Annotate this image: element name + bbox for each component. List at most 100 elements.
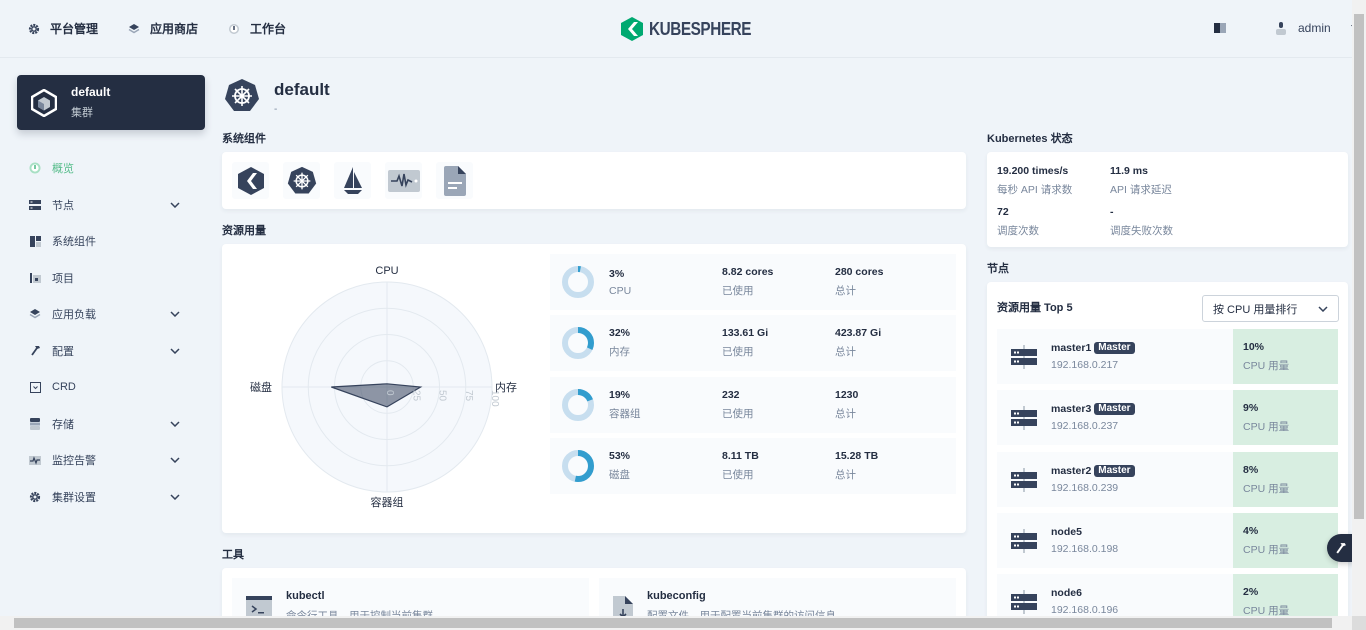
storage-icon — [28, 417, 42, 430]
sidebar-item-label: 系统组件 — [52, 236, 96, 249]
resources-section-title: 资源用量 — [222, 225, 266, 237]
nav-platform[interactable]: 平台管理 — [28, 20, 98, 37]
node-row[interactable]: node5 192.168.0.198 4% CPU 用量 — [997, 513, 1338, 568]
vertical-scrollbar-thumb[interactable] — [1354, 14, 1364, 519]
usage-name: 磁盘 — [609, 469, 630, 481]
nodes-section-title: 节点 — [987, 263, 1009, 275]
node-row[interactable]: master3 Master 192.168.0.237 9% CPU 用量 — [997, 390, 1338, 445]
sidebar-item-storage[interactable]: 存储 — [28, 406, 198, 443]
gear-icon — [28, 491, 42, 503]
usage-total: 15.28 TB — [835, 450, 879, 462]
server-icon — [1011, 528, 1037, 553]
component-logging[interactable] — [436, 162, 473, 199]
top-right: admin — [1214, 21, 1360, 35]
cluster-icon — [31, 88, 57, 117]
sidebar-item-projects[interactable]: 项目 — [28, 260, 198, 297]
kubernetes-icon — [224, 77, 260, 115]
sidebar-item-components[interactable]: 系统组件 — [28, 223, 198, 260]
stat-label: API 请求延迟 — [1110, 184, 1172, 196]
hammer-icon — [28, 345, 42, 356]
appstore-icon — [128, 23, 140, 35]
nodes-top-title: 资源用量 Top 5 — [997, 302, 1073, 314]
node-row[interactable]: node6 192.168.0.196 2% CPU 用量 — [997, 574, 1338, 622]
nav-appstore[interactable]: 应用商店 — [128, 20, 198, 37]
sidebar-item-label: 集群设置 — [52, 491, 96, 504]
sidebar-item-overview[interactable]: 概览 — [28, 150, 198, 187]
node-cpu-label: CPU 用量 — [1243, 483, 1290, 495]
usage-used: 133.61 Gi — [722, 327, 769, 339]
stat-schedules: 72 调度次数 — [997, 206, 1039, 238]
nav-workbench-label: 工作台 — [250, 22, 287, 36]
component-kubernetes[interactable] — [283, 162, 320, 199]
book-icon[interactable] — [1214, 23, 1226, 33]
usage-used-label: 已使用 — [722, 346, 754, 358]
horizontal-scrollbar-thumb[interactable] — [14, 618, 1332, 628]
radar-chart: 0 25 50 75 100 CPU内存容器组磁盘 — [250, 265, 517, 509]
vertical-scrollbar[interactable] — [1352, 0, 1366, 616]
node-row[interactable]: master1 Master 192.168.0.217 10% CPU 用量 — [997, 329, 1338, 384]
node-row[interactable]: master2 Master 192.168.0.239 8% CPU 用量 — [997, 452, 1338, 507]
tools-section-title: 工具 — [222, 549, 244, 561]
nav-workbench[interactable]: 工作台 — [228, 20, 286, 37]
horizontal-scrollbar[interactable] — [0, 616, 1352, 630]
nav-appstore-label: 应用商店 — [150, 22, 199, 36]
cluster-card[interactable]: default 集群 — [17, 75, 205, 130]
chevron-down-icon — [168, 457, 182, 464]
sidebar-item-label: 概览 — [52, 163, 74, 176]
usage-total-label: 总计 — [835, 285, 856, 297]
node-role-badge: Master — [1094, 403, 1135, 415]
usage-row: 53% 磁盘 8.11 TB 已使用 15.28 TB 总计 — [550, 438, 956, 494]
usage-used: 232 — [722, 389, 740, 401]
node-cpu-usage: 2% CPU 用量 — [1233, 574, 1338, 622]
stat-value: - — [1110, 206, 1114, 218]
sidebar-item-workloads[interactable]: 应用负载 — [28, 296, 198, 333]
sidebar-menu: 概览 节点 系统组件 项目 应用负载 配置 CRD 存储 监控告警 集群设置 — [28, 150, 198, 515]
node-cpu-usage: 9% CPU 用量 — [1233, 390, 1338, 445]
top-bar: 平台管理 应用商店 工作台 KUBESPHERE admin — [0, 0, 1360, 58]
crd-icon — [28, 381, 42, 393]
cluster-type: 集群 — [71, 107, 93, 119]
dashboard-icon — [228, 23, 240, 35]
component-istio[interactable] — [334, 162, 371, 199]
sidebar-item-label: 监控告警 — [52, 455, 96, 468]
node-cpu-value: 4% — [1243, 525, 1259, 537]
kubesphere-logo[interactable]: KUBESPHERE — [621, 17, 769, 41]
node-ip: 192.168.0.217 — [1051, 359, 1119, 371]
sidebar-item-monitoring[interactable]: 监控告警 — [28, 442, 198, 479]
stat-schedule-failures: - 调度失败次数 — [1110, 206, 1173, 238]
usage-used-label: 已使用 — [722, 469, 754, 481]
toolbox-button[interactable] — [1327, 534, 1355, 562]
node-cpu-value: 9% — [1243, 402, 1259, 414]
sidebar-item-nodes[interactable]: 节点 — [28, 187, 198, 224]
kubesphere-logo-icon — [621, 17, 643, 41]
usage-percent: 53% — [609, 450, 631, 462]
sidebar-item-crd[interactable]: CRD — [28, 369, 198, 406]
page-title: default — [274, 80, 330, 99]
radar-tick-label: 75 — [463, 390, 474, 402]
istio-icon — [342, 166, 364, 196]
k8s-status-card: 19.200 times/s 每秒 API 请求数 11.9 ms API 请求… — [987, 152, 1348, 247]
sidebar-item-cluster-settings[interactable]: 集群设置 — [28, 479, 198, 516]
component-monitoring[interactable] — [385, 162, 422, 199]
sort-select[interactable]: 按 CPU 用量排行 — [1202, 295, 1339, 322]
chevron-down-icon — [168, 311, 182, 318]
node-cpu-value: 10% — [1243, 341, 1265, 353]
radar-tick-label: 50 — [437, 390, 448, 402]
sidebar-item-label: CRD — [52, 381, 76, 394]
sidebar-item-config[interactable]: 配置 — [28, 333, 198, 370]
page-header: default - — [224, 77, 330, 115]
resources-card: 0 25 50 75 100 CPU 内存 容器组 磁盘 3% CPU 8.82 cores 已使用… — [222, 244, 966, 533]
sidebar-item-label: 配置 — [52, 345, 74, 358]
nav-platform-label: 平台管理 — [50, 22, 99, 36]
usage-name: 容器组 — [609, 408, 641, 420]
tool-title: kubeconfig — [647, 590, 706, 602]
node-role-badge: Master — [1094, 465, 1135, 477]
node-name: node6 — [1051, 587, 1082, 599]
node-ip: 192.168.0.237 — [1051, 420, 1119, 432]
component-kubesphere[interactable] — [232, 162, 269, 199]
user-menu[interactable]: admin — [1276, 21, 1360, 35]
tool-title: kubectl — [286, 590, 325, 602]
components-section-title: 系统组件 — [222, 133, 266, 145]
usage-row: 32% 内存 133.61 Gi 已使用 423.87 Gi 总计 — [550, 315, 956, 371]
node-cpu-value: 2% — [1243, 586, 1259, 598]
